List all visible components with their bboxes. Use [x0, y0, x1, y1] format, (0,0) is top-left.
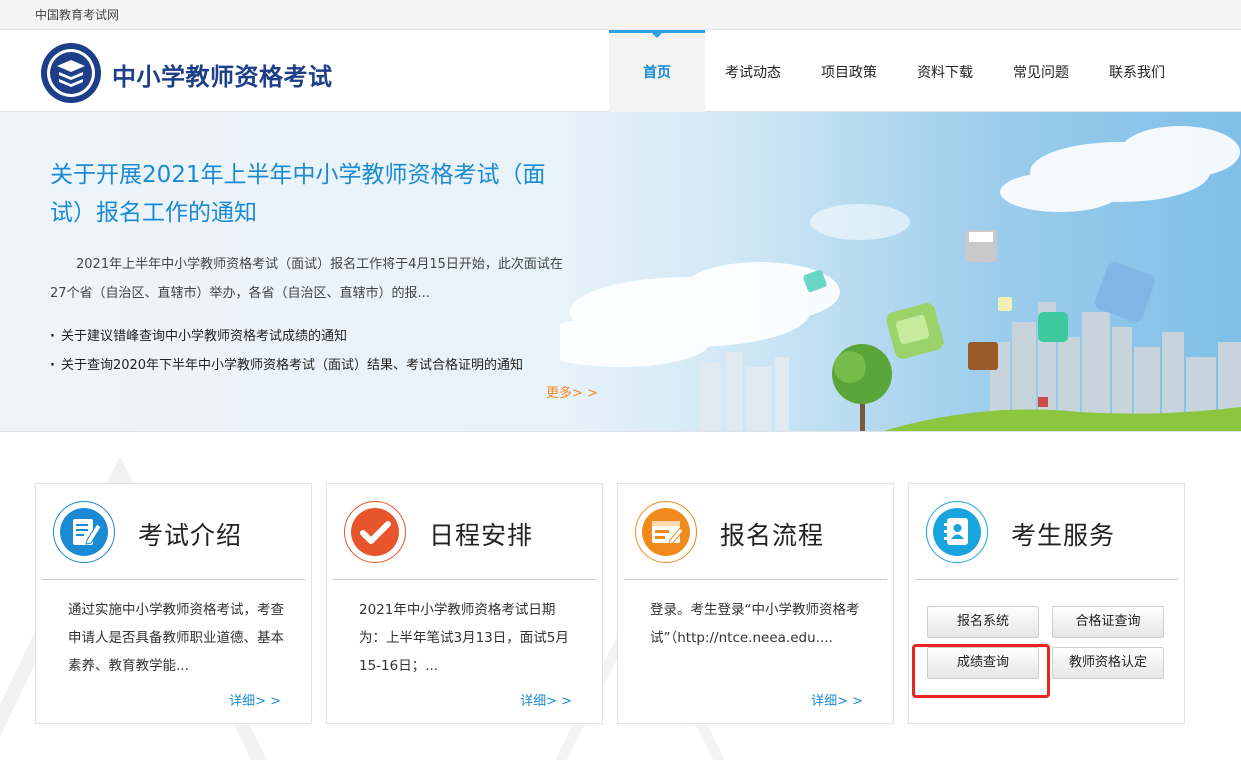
- detail-link[interactable]: 详细> >: [520, 690, 572, 709]
- card-registration-process: 报名流程 登录。考生登录“中小学教师资格考试”（http://ntce.neea…: [617, 483, 894, 724]
- card-description: 通过实施中小学教师资格考试，考查申请人是否具备教师职业道德、基本素养、教育教学能…: [68, 602, 284, 674]
- bullet-icon: ·: [50, 329, 55, 344]
- registration-system-button[interactable]: 报名系统: [927, 606, 1039, 638]
- checkmark-icon-graphic: [351, 508, 399, 556]
- top-strip: 中国教育考试网: [0, 0, 1241, 30]
- document-edit-icon: [53, 501, 115, 563]
- nav-faq[interactable]: 常见问题: [993, 30, 1089, 112]
- headline-summary: 2021年上半年中小学教师资格考试（面试）报名工作将于4月15日开始，此次面试在…: [50, 257, 563, 301]
- main-nav: 首页 考试动态 项目政策 资料下载 常见问题 联系我们: [609, 30, 1185, 112]
- score-query-button[interactable]: 成绩查询: [927, 647, 1039, 679]
- card-schedule: 日程安排 2021年中小学教师资格考试日期为：上半年笔试3月13日，面试5月15…: [326, 483, 603, 724]
- card-divider: [42, 579, 305, 580]
- nav-home[interactable]: 首页: [609, 30, 705, 112]
- certificate-query-button[interactable]: 合格证查询: [1052, 606, 1164, 638]
- contact-book-icon: [926, 501, 988, 563]
- headline-title-link[interactable]: 关于开展2021年上半年中小学教师资格考试（面试）报名工作的通知: [50, 156, 580, 232]
- detail-link[interactable]: 详细> >: [229, 690, 281, 709]
- card-description: 2021年中小学教师资格考试日期为：上半年笔试3月13日，面试5月15-16日；…: [359, 602, 569, 674]
- hero-banner: 关于开展2021年上半年中小学教师资格考试（面试）报名工作的通知 2021年上半…: [0, 112, 1241, 432]
- logo-title[interactable]: 中小学教师资格考试: [112, 57, 333, 92]
- logo-emblem-icon[interactable]: [40, 42, 102, 104]
- active-caret-icon: [651, 32, 663, 38]
- card-candidate-services: 考生服务: [908, 483, 1185, 724]
- header: 中小学教师资格考试 首页 考试动态 项目政策 资料下载 常见问题 联系我们: [0, 30, 1241, 112]
- nav-contact[interactable]: 联系我们: [1089, 30, 1185, 112]
- contact-book-icon-graphic: [933, 508, 981, 556]
- more-news-link[interactable]: 更多> >: [546, 382, 598, 401]
- card-divider: [624, 579, 887, 580]
- card-exam-intro: 考试介绍 通过实施中小学教师资格考试，考查申请人是否具备教师职业道德、基本素养、…: [35, 483, 312, 724]
- nav-label: 项目政策: [821, 65, 877, 81]
- bullet-icon: ·: [50, 358, 55, 373]
- news-link-item[interactable]: · 关于查询2020年下半年中小学教师资格考试（面试）结果、考试合格证明的通知: [50, 351, 590, 380]
- card-title: 报名流程: [720, 521, 825, 550]
- news-link-item[interactable]: · 关于建议错峰查询中小学教师资格考试成绩的通知: [50, 322, 590, 351]
- nav-label: 联系我们: [1109, 65, 1165, 81]
- nav-label: 常见问题: [1013, 65, 1069, 81]
- banner-illustration: [560, 126, 1241, 431]
- detail-link[interactable]: 详细> >: [811, 690, 863, 709]
- nav-downloads[interactable]: 资料下载: [897, 30, 993, 112]
- site-name-link[interactable]: 中国教育考试网: [35, 6, 119, 23]
- nav-label: 首页: [643, 65, 671, 81]
- form-window-icon: [635, 501, 697, 563]
- card-divider: [333, 579, 596, 580]
- card-description: 登录。考生登录“中小学教师资格考试”（http://ntce.neea.edu.…: [650, 602, 860, 646]
- card-divider: [915, 579, 1178, 580]
- checkmark-icon: [344, 501, 406, 563]
- nav-label: 资料下载: [917, 65, 973, 81]
- card-title: 考生服务: [1011, 521, 1116, 550]
- document-edit-icon-graphic: [60, 508, 108, 556]
- nav-policy[interactable]: 项目政策: [801, 30, 897, 112]
- form-window-icon-graphic: [642, 508, 690, 556]
- nav-label: 考试动态: [725, 65, 781, 81]
- news-link-list: · 关于建议错峰查询中小学教师资格考试成绩的通知 · 关于查询2020年下半年中小学…: [50, 322, 590, 380]
- nav-exam-news[interactable]: 考试动态: [705, 30, 801, 112]
- card-title: 日程安排: [429, 521, 534, 550]
- card-title: 考试介绍: [138, 521, 243, 550]
- news-link-text: 关于建议错峰查询中小学教师资格考试成绩的通知: [60, 329, 347, 344]
- news-link-text: 关于查询2020年下半年中小学教师资格考试（面试）结果、考试合格证明的通知: [60, 358, 524, 373]
- teacher-qualification-button[interactable]: 教师资格认定: [1052, 647, 1164, 679]
